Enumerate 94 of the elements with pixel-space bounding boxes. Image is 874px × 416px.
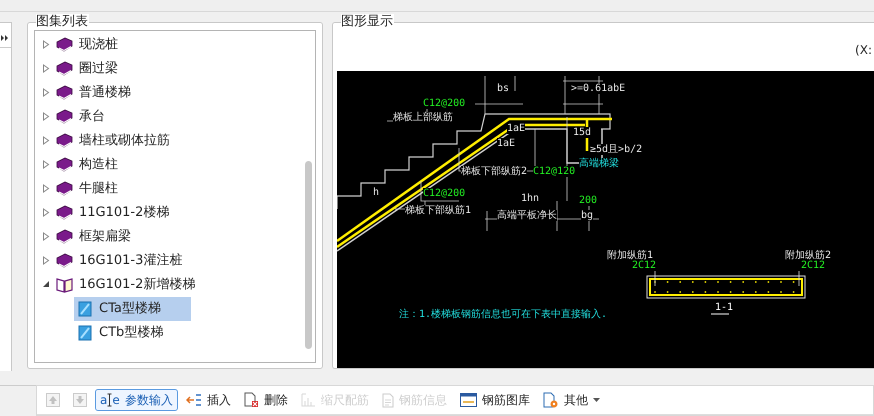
tree-row[interactable]: 圈过梁 <box>35 56 315 81</box>
page-icon <box>78 324 92 341</box>
tree-item[interactable]: 圈过梁 <box>79 59 118 79</box>
dimension-text: bs <box>497 82 510 94</box>
rebar-label: 附加纵筋1 <box>607 250 654 261</box>
panel-title: 图集列表 <box>36 14 89 30</box>
down-arrow-icon <box>73 393 87 407</box>
tree-item[interactable]: 牛腿柱 <box>79 179 118 199</box>
dimension-text: h <box>373 186 380 198</box>
up-arrow-icon <box>46 393 60 407</box>
note-text: 注：1.楼梯板钢筋信息也可在下表中直接输入. <box>399 308 608 320</box>
icon-letter: e <box>112 393 120 407</box>
open-book-icon <box>56 276 73 293</box>
toolbar-button[interactable]: 其他 <box>538 389 605 411</box>
expand-arrow-icon[interactable] <box>42 136 50 146</box>
book-icon <box>56 181 73 196</box>
expand-arrow-icon[interactable] <box>42 208 50 218</box>
delete-page-icon <box>244 392 259 408</box>
book-icon <box>56 85 73 100</box>
panel-title: 图形显示 <box>341 14 394 30</box>
expand-arrow-icon[interactable] <box>42 64 50 74</box>
tree-row[interactable]: 普通楼梯 <box>35 80 315 105</box>
document-gear-icon <box>542 392 559 408</box>
tree-item[interactable]: 普通楼梯 <box>79 83 131 103</box>
dimension-text: 15d <box>573 126 592 138</box>
toolbar-button[interactable]: a e 参数输入 <box>95 389 178 411</box>
tree-row[interactable]: 框架扁梁 <box>35 224 315 249</box>
book-icon <box>56 133 73 148</box>
expand-arrow-icon[interactable] <box>42 160 50 170</box>
book-icon <box>56 205 73 220</box>
caret-icon <box>592 398 600 402</box>
tree-item[interactable]: 16G101-3灌注桩 <box>79 251 182 271</box>
expand-arrow-icon[interactable] <box>42 184 50 194</box>
collapse-arrow-icon[interactable] <box>42 280 50 290</box>
rebar-label: 梯板上部纵筋 <box>393 112 453 123</box>
scale-icon <box>300 393 316 407</box>
rebar-spec-text: 2C12 <box>632 260 656 271</box>
tree-item[interactable]: 墙柱或砌体拉筋 <box>79 131 170 151</box>
tree-row[interactable]: 牛腿柱 <box>35 176 315 201</box>
tree-row[interactable]: 现浇桩 <box>35 32 315 57</box>
tree-item[interactable]: CTa型楼梯 <box>74 296 191 321</box>
book-icon <box>56 229 73 244</box>
dimension-text: bg <box>581 210 594 221</box>
rebar-spec-text: 200 <box>579 194 598 206</box>
toolbar-button[interactable]: 钢筋图库 <box>454 389 535 411</box>
tree-item[interactable]: 构造柱 <box>79 155 118 175</box>
dimension-text: 1hn <box>521 192 540 204</box>
section-title: 1-1 <box>715 302 734 313</box>
rebar-label: 附加纵筋2 <box>785 250 832 261</box>
toolbar-button[interactable]: 删除 <box>238 389 293 411</box>
icon-letter: a <box>100 393 108 407</box>
note-text: 高端梯梁 <box>579 158 619 169</box>
tree-item[interactable]: 16G101-2新增楼梯 <box>79 275 196 295</box>
tree-item[interactable]: 11G101-2楼梯 <box>79 203 170 223</box>
expand-arrow-icon[interactable] <box>42 112 50 122</box>
tree-row[interactable]: 墙柱或砌体拉筋 <box>35 128 315 153</box>
rebar-spec-text: 2C12 <box>801 260 826 271</box>
book-icon <box>56 253 73 268</box>
tree-row[interactable]: 16G101-3灌注桩 <box>35 248 315 273</box>
book-icon <box>56 109 73 124</box>
tree-row[interactable]: 16G101-2新增楼梯 <box>35 272 315 297</box>
rebar-label: 高端平板净长 <box>497 210 557 221</box>
tree-row[interactable]: 11G101-2楼梯 <box>35 200 315 225</box>
text-cursor-icon <box>107 393 112 407</box>
rebar-label: 梯板下部纵筋2 <box>461 166 528 177</box>
book-icon <box>56 37 73 52</box>
double-arrow-icon[interactable] <box>1 34 9 41</box>
dimension-text: ≥5d且>b/2 <box>590 144 642 155</box>
dimension-text: 1aE <box>497 138 516 149</box>
rebar-spec-text: C12@200 <box>423 98 466 109</box>
window-icon <box>460 393 477 407</box>
rebar-spec-text: C12@120 <box>533 166 576 177</box>
expand-arrow-icon[interactable] <box>42 232 50 242</box>
dimension-text: 1aE <box>507 122 526 134</box>
scrollbar-thumb[interactable] <box>305 160 312 349</box>
book-icon <box>56 61 73 76</box>
tree-item[interactable]: CTb型楼梯 <box>74 320 191 345</box>
dimension-text: >=0.61abE <box>571 82 626 94</box>
toolbar-button[interactable]: 插入 <box>180 389 236 411</box>
rebar-label: 梯板下部纵筋1 <box>405 204 472 216</box>
tree-row[interactable]: 构造柱 <box>35 152 315 177</box>
expand-arrow-icon[interactable] <box>42 88 50 98</box>
expand-arrow-icon[interactable] <box>42 40 50 50</box>
tree-item[interactable]: 现浇桩 <box>79 35 118 55</box>
rebar-spec-text: C12@200 <box>423 188 466 199</box>
tree-item[interactable]: 框架扁梁 <box>79 227 131 247</box>
insert-icon <box>186 393 202 407</box>
tree-item[interactable]: 承台 <box>79 107 105 127</box>
tree-row[interactable]: 承台 <box>35 104 315 129</box>
document-icon <box>382 392 394 408</box>
page-icon <box>78 300 92 317</box>
coordinate-text: (X: <box>855 42 872 59</box>
book-icon <box>56 157 73 172</box>
expand-arrow-icon[interactable] <box>42 256 50 266</box>
